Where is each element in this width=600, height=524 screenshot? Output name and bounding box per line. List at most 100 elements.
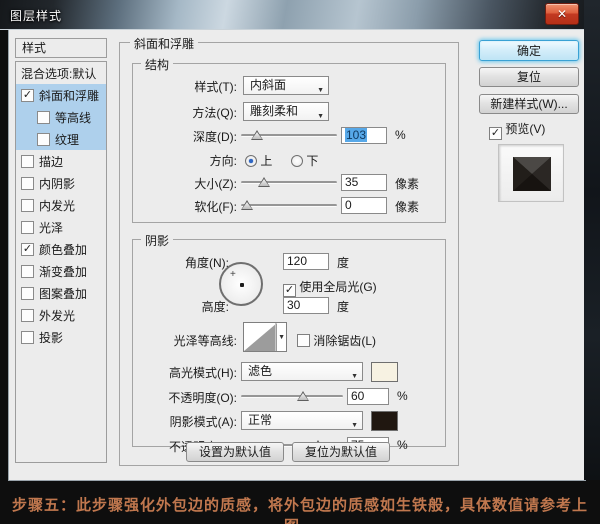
sidebar-style-item[interactable]: 内阴影 (16, 172, 106, 194)
soften-input[interactable]: 0 (341, 197, 387, 214)
reset-default-button[interactable]: 复位为默认值 (292, 442, 390, 462)
chevron-down-icon: ▼ (317, 108, 324, 125)
highlight-opacity-label: 不透明度(O): (133, 389, 237, 406)
sidebar-style-item[interactable]: ✓ 斜面和浮雕 (16, 84, 106, 106)
style-enabled-checkbox[interactable] (21, 287, 34, 300)
title-bar[interactable]: 图层样式 ✕ (0, 0, 594, 30)
highlight-opacity-value: 60 (351, 389, 364, 403)
soften-slider-track[interactable] (241, 204, 337, 207)
style-enabled-checkbox[interactable] (21, 177, 34, 190)
shadow-color-swatch[interactable] (371, 411, 398, 431)
ok-button[interactable]: 确定 (479, 40, 579, 61)
soften-label: 软化(F): (133, 198, 237, 215)
direction-down-radio[interactable] (291, 155, 303, 167)
bevel-style-dropdown[interactable]: 内斜面 ▼ (243, 76, 329, 95)
shadow-mode-dropdown[interactable]: 正常 ▼ (241, 411, 363, 430)
style-enabled-checkbox[interactable] (21, 309, 34, 322)
close-button[interactable]: ✕ (545, 3, 579, 25)
sidebar-item-label: 混合选项:默认 (21, 65, 96, 82)
sidebar-style-item[interactable]: 投影 (16, 326, 106, 348)
sidebar-item-label: 描边 (39, 153, 63, 170)
highlight-mode-dropdown[interactable]: 滤色 ▼ (241, 362, 363, 381)
preview-checkbox[interactable]: ✓ (489, 127, 502, 140)
structure-group: 结构 样式(T): 内斜面 ▼ 方法(Q): 雕刻柔和 ▼ (132, 63, 446, 223)
depth-slider[interactable] (241, 129, 337, 141)
angle-input[interactable]: 120 (283, 253, 329, 270)
size-value: 35 (345, 175, 358, 189)
sidebar-item-label: 外发光 (39, 307, 75, 324)
use-global-light-label: 使用全局光(G) (299, 280, 376, 294)
sidebar-style-item[interactable]: ✓ 颜色叠加 (16, 238, 106, 260)
sidebar-style-item[interactable]: 描边 (16, 150, 106, 172)
sidebar-style-item[interactable]: 外发光 (16, 304, 106, 326)
gloss-contour-label: 光泽等高线: (133, 332, 237, 349)
sidebar-style-item[interactable]: 渐变叠加 (16, 260, 106, 282)
altitude-unit: 度 (337, 298, 349, 315)
angle-label: 角度(N): (133, 254, 229, 271)
shading-group: 阴影 角度(N): 120 度 + ✓ (132, 239, 446, 447)
new-style-button[interactable]: 新建样式(W)... (479, 94, 579, 114)
sidebar-item-label: 内阴影 (39, 175, 75, 192)
altitude-label: 高度: (133, 298, 229, 315)
style-enabled-checkbox[interactable] (21, 155, 34, 168)
style-enabled-checkbox[interactable] (37, 111, 50, 124)
page-background: 图层样式 ✕ 样式 混合选项:默认 ✓ 斜面和浮雕 等高线 纹理 描边 内阴影 (0, 0, 600, 524)
make-default-button[interactable]: 设置为默认值 (186, 442, 284, 462)
anti-alias-label: 消除锯齿(L) (313, 334, 376, 348)
size-slider-track[interactable] (241, 181, 337, 184)
chevron-down-icon: ▼ (278, 334, 285, 341)
dialog-title: 图层样式 (10, 7, 62, 24)
technique-dropdown[interactable]: 雕刻柔和 ▼ (243, 102, 329, 121)
styles-panel-header: 样式 (15, 38, 107, 58)
style-enabled-checkbox[interactable]: ✓ (21, 89, 34, 102)
size-slider[interactable] (241, 176, 337, 188)
soften-slider[interactable] (241, 199, 337, 211)
chevron-down-icon: ▼ (317, 82, 324, 99)
sidebar-style-item[interactable]: 混合选项:默认 (16, 62, 106, 84)
close-icon: ✕ (557, 7, 567, 21)
style-enabled-checkbox[interactable] (21, 331, 34, 344)
direction-up-radio[interactable] (245, 155, 257, 167)
styles-list: 混合选项:默认 ✓ 斜面和浮雕 等高线 纹理 描边 内阴影 内发光 光泽 ✓ 颜… (15, 61, 107, 463)
direction-down-label: 下 (306, 154, 318, 168)
style-enabled-checkbox[interactable] (21, 199, 34, 212)
sidebar-style-item[interactable]: 等高线 (16, 106, 106, 128)
style-enabled-checkbox[interactable] (21, 265, 34, 278)
altitude-input[interactable]: 30 (283, 297, 329, 314)
bevel-emboss-group-title: 斜面和浮雕 (130, 35, 198, 52)
style-enabled-checkbox[interactable] (21, 221, 34, 234)
bevel-style-value: 内斜面 (250, 78, 286, 92)
shadow-mode-label: 阴影模式(A): (133, 413, 237, 430)
technique-label: 方法(Q): (133, 104, 237, 121)
highlight-opacity-slider[interactable] (241, 390, 343, 402)
highlight-opacity-track[interactable] (241, 395, 343, 398)
direction-up-label: 上 (260, 154, 272, 168)
sidebar-item-label: 斜面和浮雕 (39, 87, 99, 104)
highlight-opacity-input[interactable]: 60 (347, 388, 389, 405)
dialog-body: 样式 混合选项:默认 ✓ 斜面和浮雕 等高线 纹理 描边 内阴影 内发光 光泽 … (8, 30, 586, 481)
highlight-mode-label: 高光模式(H): (133, 364, 237, 381)
style-preview-thumbnail (498, 144, 564, 202)
highlight-mode-value: 滤色 (248, 364, 272, 378)
reset-button[interactable]: 复位 (479, 67, 579, 87)
angle-value: 120 (287, 254, 307, 268)
sidebar-item-label: 渐变叠加 (39, 263, 87, 280)
shadow-opacity-unit: % (397, 438, 408, 452)
style-enabled-checkbox[interactable]: ✓ (21, 243, 34, 256)
size-input[interactable]: 35 (341, 174, 387, 191)
bevel-emboss-group: 斜面和浮雕 结构 样式(T): 内斜面 ▼ 方法(Q): 雕刻 (119, 42, 459, 466)
soften-unit: 像素 (395, 198, 419, 215)
depth-label: 深度(D): (133, 128, 237, 145)
gloss-contour-picker[interactable]: ▼ (243, 322, 287, 352)
size-label: 大小(Z): (133, 175, 237, 192)
size-unit: 像素 (395, 175, 419, 192)
sidebar-style-item[interactable]: 内发光 (16, 194, 106, 216)
style-enabled-checkbox[interactable] (37, 133, 50, 146)
sidebar-style-item[interactable]: 光泽 (16, 216, 106, 238)
sidebar-style-item[interactable]: 纹理 (16, 128, 106, 150)
anti-alias-checkbox[interactable] (297, 334, 310, 347)
sidebar-style-item[interactable]: 图案叠加 (16, 282, 106, 304)
shading-group-title: 阴影 (141, 232, 173, 249)
highlight-color-swatch[interactable] (371, 362, 398, 382)
depth-input[interactable]: 103 (341, 127, 387, 144)
